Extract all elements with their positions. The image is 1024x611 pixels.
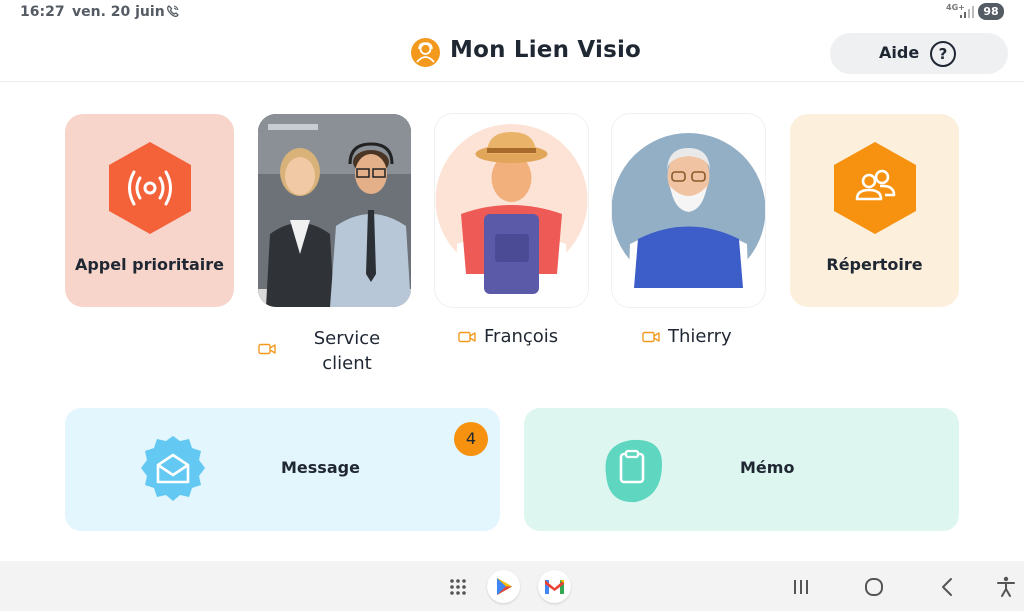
unread-count-badge: 4 bbox=[454, 422, 488, 456]
service-client-avatar[interactable] bbox=[258, 114, 411, 307]
service-client-photo bbox=[258, 114, 411, 307]
video-camera-icon bbox=[258, 343, 276, 355]
message-card[interactable]: Message 4 bbox=[65, 408, 500, 531]
status-date: ven. 20 juin bbox=[72, 4, 165, 20]
home-icon[interactable] bbox=[860, 573, 888, 601]
recent-apps-icon[interactable] bbox=[787, 573, 815, 601]
mail-icon bbox=[141, 436, 205, 501]
status-bar: 16:27 ven. 20 juin 4G+ 98 bbox=[0, 0, 1024, 24]
app-title: Mon Lien Visio bbox=[450, 37, 642, 63]
play-store-icon[interactable] bbox=[487, 570, 520, 603]
francois-avatar[interactable] bbox=[435, 114, 588, 307]
contact-name-francois[interactable]: François bbox=[484, 326, 558, 347]
system-navigation-bar bbox=[0, 561, 1024, 611]
thierry-avatar[interactable] bbox=[612, 114, 765, 307]
memo-label: Mémo bbox=[740, 458, 795, 477]
directory-tile[interactable]: Répertoire bbox=[790, 114, 959, 307]
contacts-icon bbox=[834, 142, 916, 234]
call-forward-icon bbox=[167, 5, 179, 17]
priority-call-label: Appel prioritaire bbox=[74, 255, 225, 274]
app-header: Mon Lien Visio Aide ? bbox=[0, 24, 1024, 82]
video-camera-icon bbox=[642, 331, 660, 343]
back-icon[interactable] bbox=[934, 573, 962, 601]
clipboard-icon bbox=[605, 439, 662, 503]
contact-name-thierry[interactable]: Thierry bbox=[668, 326, 732, 347]
app-logo-icon bbox=[411, 38, 440, 67]
accessibility-icon[interactable] bbox=[992, 573, 1020, 601]
help-button-label: Aide bbox=[879, 43, 920, 62]
help-button[interactable]: Aide ? bbox=[830, 33, 1008, 74]
app-drawer-icon[interactable] bbox=[444, 573, 472, 601]
directory-label: Répertoire bbox=[826, 255, 923, 274]
thierry-photo bbox=[612, 133, 765, 307]
message-label: Message bbox=[281, 458, 360, 477]
francois-photo bbox=[435, 124, 588, 307]
broadcast-icon bbox=[109, 142, 191, 234]
gmail-icon[interactable] bbox=[538, 570, 571, 603]
signal-icon bbox=[960, 6, 974, 18]
status-time: 16:27 bbox=[20, 4, 65, 20]
question-icon: ? bbox=[930, 41, 956, 67]
priority-call-tile[interactable]: Appel prioritaire bbox=[65, 114, 234, 307]
video-camera-icon bbox=[458, 331, 476, 343]
memo-card[interactable]: Mémo bbox=[524, 408, 959, 531]
battery-level: 98 bbox=[978, 3, 1004, 20]
contact-name-service-client[interactable]: Service client bbox=[300, 326, 394, 376]
